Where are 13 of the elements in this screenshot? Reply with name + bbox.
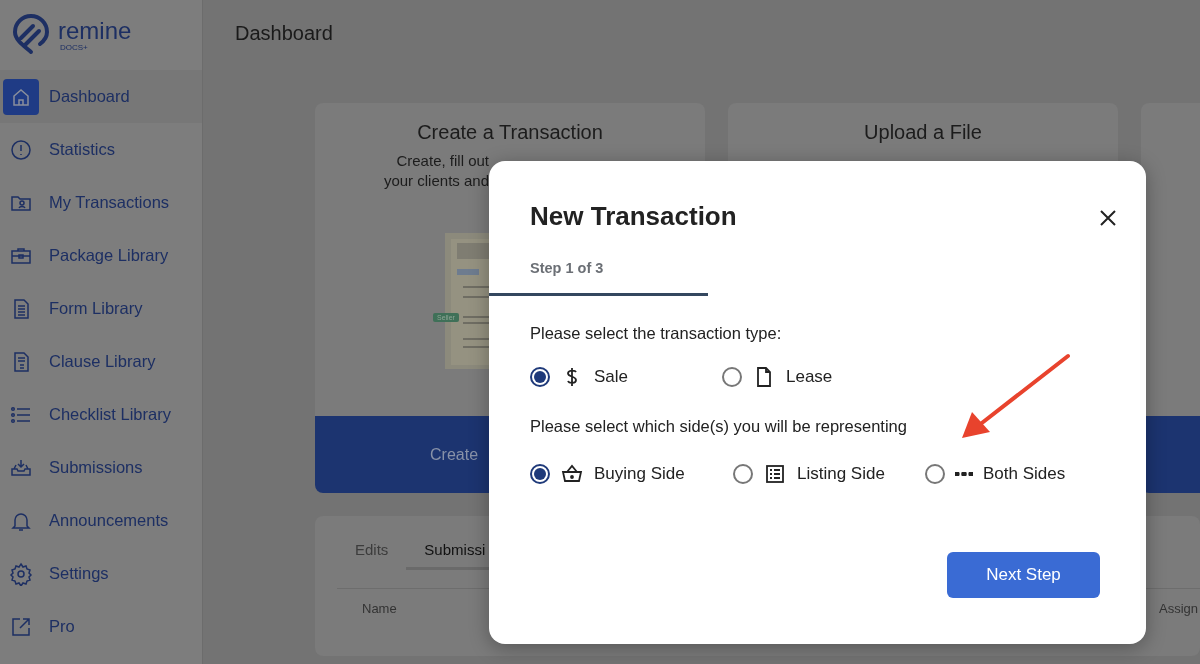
column-header: Assign (1158, 601, 1198, 616)
logo-text: remine (58, 18, 132, 43)
logo-subtitle: DOCS+ (60, 43, 89, 52)
modal-title: New Transaction (530, 201, 737, 232)
card-title: Upload a File (863, 121, 983, 145)
step-label: Step 1 of 3 (529, 259, 604, 276)
column-header: Name (362, 601, 397, 616)
card-description: your clients and (383, 171, 489, 191)
card-title: Create a Transaction (416, 121, 604, 145)
question-label: Please select which side(s) you will be representing (530, 417, 908, 436)
page-title: Dashboard (234, 21, 334, 46)
question-label: Please select the transaction type: (530, 324, 783, 343)
card-description: Create, fill out (396, 151, 489, 171)
